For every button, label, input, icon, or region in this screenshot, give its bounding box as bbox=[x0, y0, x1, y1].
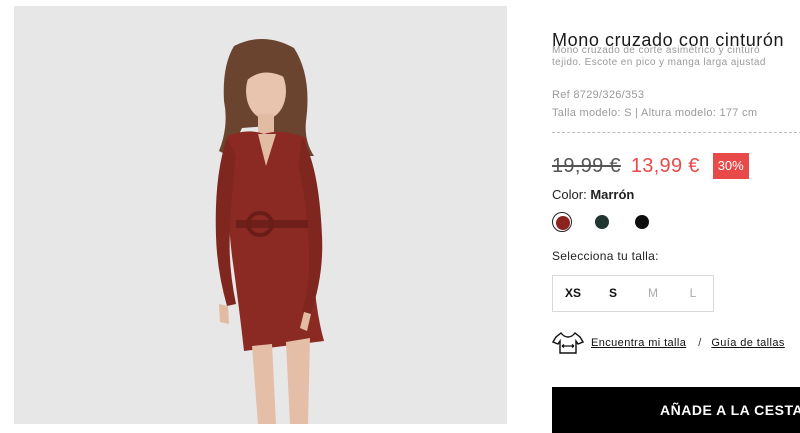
product-description: Mono cruzado de corte asimétrico y cintu… bbox=[552, 45, 800, 69]
size-option-xs[interactable]: XS bbox=[553, 276, 593, 311]
color-swatches bbox=[552, 212, 672, 232]
sale-price: 13,99 € bbox=[630, 154, 700, 177]
add-to-cart-button[interactable]: AÑADE A LA CESTA bbox=[552, 387, 800, 433]
discount-badge: 30% bbox=[712, 153, 749, 179]
find-my-size-link[interactable]: Encuentra mi talla bbox=[591, 337, 686, 349]
model-wearing-romper-image bbox=[14, 6, 507, 424]
size-prompt: Selecciona tu talla: bbox=[552, 249, 659, 263]
color-swatch-marron[interactable] bbox=[552, 212, 572, 232]
fit-links-row: Encuentra mi talla / Guía de tallas bbox=[552, 331, 785, 355]
size-option-l[interactable]: L bbox=[673, 276, 713, 311]
link-separator: / bbox=[698, 337, 702, 349]
color-dot bbox=[595, 215, 609, 229]
color-label: Color: bbox=[552, 187, 587, 202]
price-row: 19,99 € 13,99 € 30% bbox=[552, 152, 749, 180]
description-line: Mono cruzado de corte asimétrico y cintu… bbox=[552, 45, 760, 56]
color-label-row: Color: Marrón bbox=[552, 187, 634, 202]
tshirt-ruler-icon bbox=[552, 332, 584, 354]
color-dot bbox=[556, 216, 570, 230]
size-guide-link[interactable]: Guía de tallas bbox=[711, 337, 784, 349]
color-dot bbox=[635, 215, 649, 229]
color-swatch-negro[interactable] bbox=[632, 212, 652, 232]
model-info: Talla modelo: S | Altura modelo: 177 cm bbox=[552, 107, 758, 119]
size-option-m[interactable]: M bbox=[633, 276, 673, 311]
product-reference: Ref 8729/326/353 bbox=[552, 89, 645, 101]
divider bbox=[552, 132, 800, 133]
description-line: tejido. Escote en pico y manga larga aju… bbox=[552, 57, 766, 68]
product-photo[interactable] bbox=[14, 6, 507, 424]
size-option-s[interactable]: S bbox=[593, 276, 633, 311]
selected-color-name: Marrón bbox=[590, 187, 635, 202]
color-swatch-verde-oscuro[interactable] bbox=[592, 212, 612, 232]
old-price: 19,99 € bbox=[552, 154, 621, 177]
size-selector: XS S M L bbox=[552, 275, 714, 312]
